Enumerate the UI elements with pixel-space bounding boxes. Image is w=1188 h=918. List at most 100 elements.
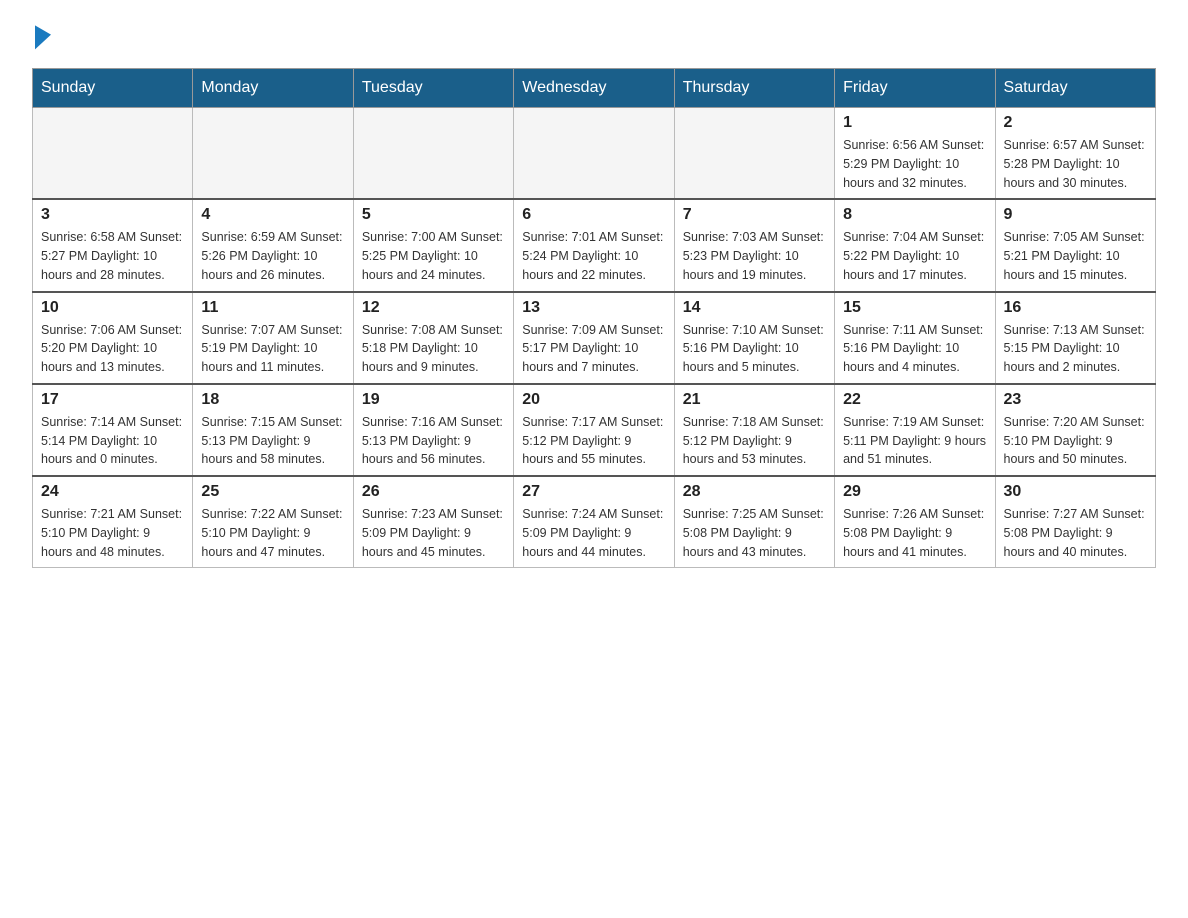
day-number: 13 [522,299,665,317]
day-number: 23 [1004,391,1147,409]
calendar-cell: 11 Sunrise: 7:07 AM Sunset: 5:19 PM Dayli… [193,292,353,384]
day-number: 15 [843,299,986,317]
calendar-cell: 13 Sunrise: 7:09 AM Sunset: 5:17 PM Dayli… [514,292,674,384]
day-number: 26 [362,483,505,501]
calendar-cell: 2 Sunrise: 6:57 AM Sunset: 5:28 PM Daylig… [995,108,1155,200]
calendar-cell: 20 Sunrise: 7:17 AM Sunset: 5:12 PM Dayli… [514,384,674,476]
day-number: 9 [1004,206,1147,224]
day-number: 18 [201,391,344,409]
day-info: Sunrise: 6:56 AM Sunset: 5:29 PM Dayligh… [843,136,986,192]
calendar-cell: 21 Sunrise: 7:18 AM Sunset: 5:12 PM Dayli… [674,384,834,476]
weekday-header-row: SundayMondayTuesdayWednesdayThursdayFrid… [33,69,1156,108]
day-number: 5 [362,206,505,224]
day-info: Sunrise: 7:00 AM Sunset: 5:25 PM Dayligh… [362,228,505,284]
calendar-cell: 3Sunrise: 6:58 AM Sunset: 5:27 PM Daylig… [33,199,193,291]
calendar-cell: 15Sunrise: 7:11 AM Sunset: 5:16 PM Dayli… [835,292,995,384]
calendar-cell: 22 Sunrise: 7:19 AM Sunset: 5:11 PM Dayli… [835,384,995,476]
weekday-header-wednesday: Wednesday [514,69,674,108]
day-number: 25 [201,483,344,501]
weekday-header-saturday: Saturday [995,69,1155,108]
day-number: 22 [843,391,986,409]
day-info: Sunrise: 6:57 AM Sunset: 5:28 PM Dayligh… [1004,136,1147,192]
logo [32,24,51,44]
day-info: Sunrise: 7:06 AM Sunset: 5:20 PM Dayligh… [41,321,184,377]
day-info: Sunrise: 7:27 AM Sunset: 5:08 PM Dayligh… [1004,505,1147,561]
day-info: Sunrise: 7:15 AM Sunset: 5:13 PM Dayligh… [201,413,344,469]
week-row-1: 1Sunrise: 6:56 AM Sunset: 5:29 PM Daylig… [33,108,1156,200]
logo-arrow-icon [35,23,51,50]
day-number: 16 [1004,299,1147,317]
day-info: Sunrise: 7:01 AM Sunset: 5:24 PM Dayligh… [522,228,665,284]
calendar-cell: 27 Sunrise: 7:24 AM Sunset: 5:09 PM Dayli… [514,476,674,568]
day-number: 4 [201,206,344,224]
calendar-cell: 9 Sunrise: 7:05 AM Sunset: 5:21 PM Daylig… [995,199,1155,291]
day-info: Sunrise: 7:05 AM Sunset: 5:21 PM Dayligh… [1004,228,1147,284]
calendar-cell: 6 Sunrise: 7:01 AM Sunset: 5:24 PM Daylig… [514,199,674,291]
day-info: Sunrise: 7:07 AM Sunset: 5:19 PM Dayligh… [201,321,344,377]
day-number: 14 [683,299,826,317]
calendar-cell: 16Sunrise: 7:13 AM Sunset: 5:15 PM Dayli… [995,292,1155,384]
day-number: 27 [522,483,665,501]
weekday-header-tuesday: Tuesday [353,69,513,108]
week-row-3: 10 Sunrise: 7:06 AM Sunset: 5:20 PM Dayli… [33,292,1156,384]
calendar-cell: 30 Sunrise: 7:27 AM Sunset: 5:08 PM Dayli… [995,476,1155,568]
day-info: Sunrise: 7:14 AM Sunset: 5:14 PM Dayligh… [41,413,184,469]
calendar-cell: 14 Sunrise: 7:10 AM Sunset: 5:16 PM Dayli… [674,292,834,384]
day-number: 19 [362,391,505,409]
day-info: Sunrise: 7:25 AM Sunset: 5:08 PM Dayligh… [683,505,826,561]
day-info: Sunrise: 7:09 AM Sunset: 5:17 PM Dayligh… [522,321,665,377]
calendar-cell [193,108,353,200]
calendar-cell: 4 Sunrise: 6:59 AM Sunset: 5:26 PM Daylig… [193,199,353,291]
calendar-cell: 18 Sunrise: 7:15 AM Sunset: 5:13 PM Dayli… [193,384,353,476]
day-number: 20 [522,391,665,409]
day-info: Sunrise: 7:10 AM Sunset: 5:16 PM Dayligh… [683,321,826,377]
weekday-header-monday: Monday [193,69,353,108]
logo-line1 [32,24,51,48]
day-number: 28 [683,483,826,501]
weekday-header-friday: Friday [835,69,995,108]
calendar-cell: 28 Sunrise: 7:25 AM Sunset: 5:08 PM Dayli… [674,476,834,568]
day-number: 2 [1004,114,1147,132]
day-number: 10 [41,299,184,317]
page-header [32,24,1156,44]
week-row-2: 3Sunrise: 6:58 AM Sunset: 5:27 PM Daylig… [33,199,1156,291]
day-info: Sunrise: 7:20 AM Sunset: 5:10 PM Dayligh… [1004,413,1147,469]
calendar-cell: 26 Sunrise: 7:23 AM Sunset: 5:09 PM Dayli… [353,476,513,568]
day-info: Sunrise: 7:16 AM Sunset: 5:13 PM Dayligh… [362,413,505,469]
calendar-table: SundayMondayTuesdayWednesdayThursdayFrid… [32,68,1156,568]
day-info: Sunrise: 7:18 AM Sunset: 5:12 PM Dayligh… [683,413,826,469]
week-row-5: 24Sunrise: 7:21 AM Sunset: 5:10 PM Dayli… [33,476,1156,568]
day-number: 24 [41,483,184,501]
calendar-cell [33,108,193,200]
calendar-cell: 1Sunrise: 6:56 AM Sunset: 5:29 PM Daylig… [835,108,995,200]
calendar-cell: 17 Sunrise: 7:14 AM Sunset: 5:14 PM Dayli… [33,384,193,476]
day-info: Sunrise: 7:17 AM Sunset: 5:12 PM Dayligh… [522,413,665,469]
calendar-cell: 5 Sunrise: 7:00 AM Sunset: 5:25 PM Daylig… [353,199,513,291]
day-info: Sunrise: 7:23 AM Sunset: 5:09 PM Dayligh… [362,505,505,561]
calendar-cell [514,108,674,200]
calendar-cell: 12 Sunrise: 7:08 AM Sunset: 5:18 PM Dayli… [353,292,513,384]
calendar-cell: 8 Sunrise: 7:04 AM Sunset: 5:22 PM Daylig… [835,199,995,291]
calendar-cell: 29Sunrise: 7:26 AM Sunset: 5:08 PM Dayli… [835,476,995,568]
day-number: 29 [843,483,986,501]
day-info: Sunrise: 7:04 AM Sunset: 5:22 PM Dayligh… [843,228,986,284]
day-number: 8 [843,206,986,224]
day-info: Sunrise: 6:59 AM Sunset: 5:26 PM Dayligh… [201,228,344,284]
calendar-cell: 10 Sunrise: 7:06 AM Sunset: 5:20 PM Dayli… [33,292,193,384]
day-number: 30 [1004,483,1147,501]
calendar-cell [674,108,834,200]
day-number: 21 [683,391,826,409]
day-info: Sunrise: 7:24 AM Sunset: 5:09 PM Dayligh… [522,505,665,561]
day-info: Sunrise: 7:19 AM Sunset: 5:11 PM Dayligh… [843,413,986,469]
day-number: 17 [41,391,184,409]
calendar-cell: 24Sunrise: 7:21 AM Sunset: 5:10 PM Dayli… [33,476,193,568]
day-info: Sunrise: 7:08 AM Sunset: 5:18 PM Dayligh… [362,321,505,377]
weekday-header-sunday: Sunday [33,69,193,108]
calendar-cell: 7Sunrise: 7:03 AM Sunset: 5:23 PM Daylig… [674,199,834,291]
day-number: 12 [362,299,505,317]
day-number: 11 [201,299,344,317]
day-number: 6 [522,206,665,224]
calendar-cell: 25 Sunrise: 7:22 AM Sunset: 5:10 PM Dayli… [193,476,353,568]
day-info: Sunrise: 7:22 AM Sunset: 5:10 PM Dayligh… [201,505,344,561]
day-number: 7 [683,206,826,224]
